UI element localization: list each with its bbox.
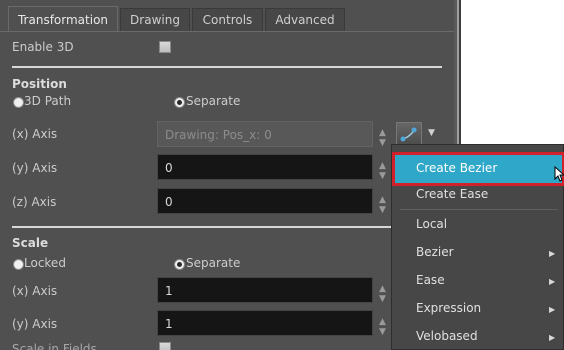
scale-locked-label: Locked: [24, 256, 66, 270]
position-x-spinner[interactable]: ▲ ▼: [379, 128, 386, 148]
position-z-axis-label: (z) Axis: [12, 195, 57, 209]
section-divider: [12, 66, 442, 68]
position-separate-label: Separate: [186, 94, 241, 108]
chevron-right-icon: ▶: [549, 249, 556, 258]
position-3d-path-radio[interactable]: [13, 97, 24, 108]
tab-transformation[interactable]: Transformation: [8, 6, 118, 32]
menu-separator: [400, 209, 558, 210]
chevron-right-icon: ▶: [549, 333, 556, 342]
section-divider: [12, 226, 442, 228]
tab-drawing[interactable]: Drawing: [120, 8, 190, 31]
position-x-axis-field[interactable]: Drawing: Pos_x: 0: [157, 121, 373, 147]
function-button[interactable]: [396, 122, 422, 146]
position-y-axis-label: (y) Axis: [12, 161, 58, 175]
menu-item-expression[interactable]: Expression: [416, 301, 481, 315]
chevron-down-icon[interactable]: ▼: [428, 128, 435, 138]
menu-item-create-bezier[interactable]: Create Bezier: [416, 161, 497, 175]
scale-x-axis-label: (x) Axis: [12, 284, 58, 298]
chevron-right-icon: ▶: [549, 305, 556, 314]
scale-locked-radio[interactable]: [13, 259, 24, 270]
scale-x-spinner[interactable]: ▲ ▼: [379, 284, 386, 304]
position-y-spinner[interactable]: ▲ ▼: [379, 161, 386, 181]
function-context-menu: Create Bezier Create Ease Local Bezier ▶…: [391, 144, 564, 350]
position-heading: Position: [12, 77, 67, 91]
function-curve-icon: [400, 127, 417, 142]
chevron-right-icon: ▶: [549, 277, 556, 286]
scale-heading: Scale: [12, 236, 49, 250]
position-z-axis-field[interactable]: 0: [157, 188, 373, 214]
menu-item-velobased[interactable]: Velobased: [416, 329, 478, 343]
scale-in-fields-label: Scale in Fields: [12, 342, 97, 350]
menu-item-create-ease[interactable]: Create Ease: [416, 187, 488, 201]
position-z-spinner[interactable]: ▲ ▼: [379, 195, 386, 215]
tab-divider: [0, 31, 454, 32]
position-x-axis-label: (x) Axis: [12, 127, 58, 141]
scale-y-axis-field[interactable]: 1: [157, 310, 373, 336]
position-y-axis-field[interactable]: 0: [157, 154, 373, 180]
enable-3d-checkbox[interactable]: [159, 41, 171, 53]
tab-advanced[interactable]: Advanced: [265, 8, 345, 31]
scale-in-fields-checkbox[interactable]: [159, 342, 171, 350]
menu-item-ease[interactable]: Ease: [416, 273, 445, 287]
scale-x-axis-field[interactable]: 1: [157, 277, 373, 303]
scale-y-spinner[interactable]: ▲ ▼: [379, 317, 386, 337]
layer-properties-panel: Transformation Drawing Controls Advanced…: [0, 0, 454, 350]
scale-separate-radio[interactable]: [174, 259, 185, 270]
tab-controls[interactable]: Controls: [192, 8, 263, 31]
position-3d-path-label: 3D Path: [24, 94, 72, 108]
mouse-pointer-icon: [554, 165, 564, 185]
menu-item-local[interactable]: Local: [416, 217, 447, 231]
enable-3d-label: Enable 3D: [12, 40, 74, 54]
position-separate-radio[interactable]: [174, 97, 185, 108]
scale-separate-label: Separate: [186, 256, 241, 270]
scale-y-axis-label: (y) Axis: [12, 317, 58, 331]
menu-item-bezier[interactable]: Bezier: [416, 245, 454, 259]
